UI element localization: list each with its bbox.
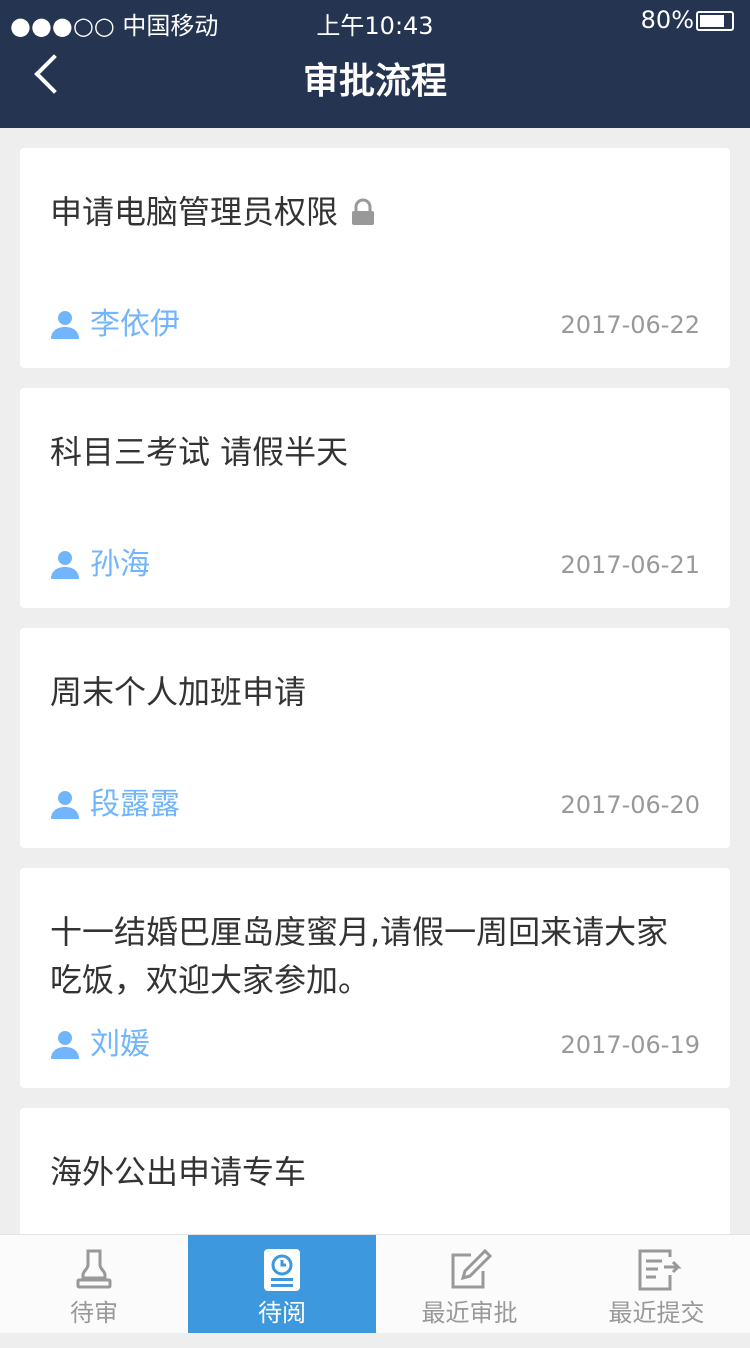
tab-label: 待阅 (258, 1299, 306, 1327)
list-item[interactable]: 科目三考试 请假半天 孙海 2017-06-21 (20, 388, 730, 608)
battery-icon (696, 11, 734, 31)
status-bar: ●●●○○ 中国移动 上午10:43 80% (0, 0, 750, 40)
item-subject: 申请电脑管理员权限 (50, 188, 700, 236)
list-item[interactable]: 周末个人加班申请 段露露 2017-06-20 (20, 628, 730, 848)
edit-icon (451, 1248, 492, 1289)
tab-recent-approvals[interactable]: 最近审批 (376, 1235, 563, 1333)
status-time: 上午10:43 (316, 12, 434, 40)
item-subject: 十一结婚巴厘岛度蜜月,请假一周回来请大家吃饭，欢迎大家参加。 (50, 913, 669, 999)
approval-list: 申请电脑管理员权限 李依伊 2017-06-22 科目三考试 请假半天 孙海 2… (20, 148, 730, 1348)
tab-recent-submissions[interactable]: 最近提交 (563, 1235, 750, 1333)
list-item[interactable]: 十一结婚巴厘岛度蜜月,请假一周回来请大家吃饭，欢迎大家参加。 刘媛 2017-0… (20, 868, 730, 1088)
document-clock-icon (264, 1249, 300, 1291)
tab-label: 最近提交 (608, 1299, 705, 1327)
item-subject: 周末个人加班申请 (50, 673, 307, 711)
applicant: 段露露 (50, 782, 180, 828)
page-title: 审批流程 (302, 61, 447, 102)
tab-pending-read[interactable]: 待阅 (188, 1235, 376, 1333)
tab-label: 待审 (70, 1299, 118, 1327)
item-date: 2017-06-22 (560, 311, 700, 339)
tab-label: 最近审批 (421, 1299, 518, 1327)
item-date: 2017-06-21 (560, 551, 700, 579)
battery-percent: 80% (640, 6, 694, 34)
item-subject: 海外公出申请专车 (50, 1153, 307, 1191)
user-icon (51, 311, 79, 339)
submit-icon (638, 1249, 682, 1291)
list-item[interactable]: 申请电脑管理员权限 李依伊 2017-06-22 (20, 148, 730, 368)
item-subject: 科目三考试 请假半天 (50, 433, 349, 471)
applicant: 孙海 (50, 542, 150, 588)
item-date: 2017-06-19 (560, 1031, 700, 1059)
stamp-icon (76, 1249, 112, 1289)
item-date: 2017-06-20 (560, 791, 700, 819)
tab-pending-approval[interactable]: 待审 (0, 1235, 188, 1333)
lock-icon (352, 198, 375, 225)
nav-header: ●●●○○ 中国移动 上午10:43 80% 审批流程 (0, 0, 750, 128)
user-icon (51, 791, 79, 819)
user-icon (51, 1031, 79, 1059)
applicant: 刘媛 (50, 1022, 150, 1068)
user-icon (51, 551, 79, 579)
applicant: 李依伊 (50, 302, 180, 348)
tab-bar: 待审 待阅 最近审批 最近提交 (0, 1234, 750, 1333)
